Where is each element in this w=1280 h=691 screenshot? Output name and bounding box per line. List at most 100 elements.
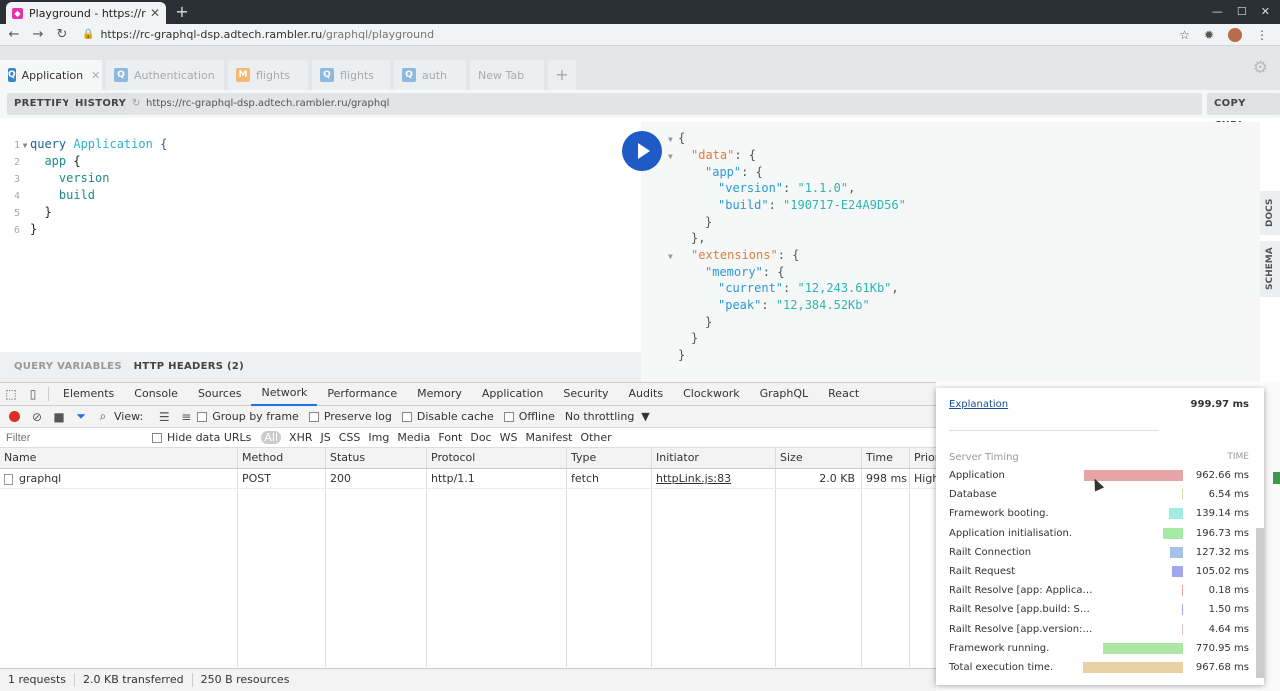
prettify-button[interactable]: PRETTIFY (7, 93, 77, 115)
query-editor[interactable]: 1 ▼ query Application { 2 app { 3 version … (0, 122, 641, 352)
devtools-tab-sources[interactable]: Sources (188, 383, 252, 405)
filter-icon[interactable]: ⏷ (70, 409, 92, 424)
devtools-tab-clockwork[interactable]: Clockwork (673, 383, 750, 405)
filter-type-font[interactable]: Font (438, 431, 462, 444)
table-row[interactable]: graphql POST 200 http/1.1 fetch httpLink… (0, 469, 936, 489)
playground-tab-new[interactable]: New Tab (470, 60, 544, 90)
explanation-link[interactable]: Explanation (949, 399, 1008, 410)
column-method[interactable]: Method (238, 448, 326, 468)
server-timing-heading: Server Timing (949, 452, 1019, 463)
clear-icon[interactable]: ⊘ (26, 410, 48, 424)
request-priority: High (914, 472, 936, 485)
filter-type-doc[interactable]: Doc (470, 431, 491, 444)
filter-type-img[interactable]: Img (368, 431, 389, 444)
group-by-frame-checkbox[interactable]: Group by frame (197, 410, 299, 423)
search-icon[interactable]: ⌕ (92, 409, 114, 424)
query-variables-tab[interactable]: QUERY VARIABLES (14, 361, 122, 372)
close-tab-icon[interactable]: ✕ (150, 6, 160, 20)
browser-tab[interactable]: ◆ Playground - https://rc-gr ✕ (6, 2, 166, 24)
column-size[interactable]: Size (776, 448, 862, 468)
timing-row: Railt Resolve [app: Applica… 0.18 ms (936, 581, 1264, 600)
query-field-app: app (44, 154, 67, 168)
devtools-tab-memory[interactable]: Memory (407, 383, 472, 405)
filter-input[interactable] (2, 429, 142, 446)
devtools-tab-performance[interactable]: Performance (317, 383, 407, 405)
reload-icon[interactable]: ↻ (52, 27, 72, 42)
fold-arrow-icon[interactable]: ▼ (20, 137, 30, 154)
devtools-tab-react[interactable]: React (818, 383, 869, 405)
history-button[interactable]: HISTORY (68, 93, 134, 115)
fold-arrow-icon[interactable]: ▼ (668, 135, 673, 144)
devtools-tab-network[interactable]: Network (251, 382, 318, 406)
add-tab-button[interactable]: + (548, 60, 576, 90)
large-rows-icon[interactable]: ☰ (153, 410, 175, 424)
hide-data-urls-checkbox[interactable]: Hide data URLs (152, 431, 251, 444)
back-icon[interactable]: ← (4, 27, 24, 42)
filter-type-all[interactable]: All (261, 431, 282, 444)
preserve-log-checkbox[interactable]: Preserve log (308, 410, 392, 423)
playground-tab-authentication[interactable]: Q Authentication (106, 60, 224, 90)
timing-bar (1103, 642, 1183, 654)
filter-type-manifest[interactable]: Manifest (525, 431, 572, 444)
devtools-tab-application[interactable]: Application (472, 383, 553, 405)
menu-icon[interactable]: ⋮ (1256, 26, 1268, 44)
request-initiator-link[interactable]: httpLink.js:83 (652, 469, 776, 488)
timing-row: Railt Connection 127.32 ms (936, 543, 1264, 562)
settings-gear-icon[interactable]: ⚙ (1253, 58, 1268, 78)
close-window-icon[interactable]: ✕ (1261, 2, 1270, 22)
fold-arrow-icon[interactable]: ▼ (668, 152, 673, 161)
filter-type-ws[interactable]: WS (500, 431, 518, 444)
column-initiator[interactable]: Initiator (652, 448, 776, 468)
throttling-select[interactable]: No throttling ▼ (565, 410, 650, 423)
fold-arrow-icon[interactable]: ▼ (668, 252, 673, 261)
devtools-tab-elements[interactable]: Elements (53, 383, 124, 405)
docs-side-tab[interactable]: DOCS (1260, 191, 1280, 235)
url-host: https://rc-graphql-dsp.adtech.rambler.ru (100, 28, 323, 41)
bookmark-star-icon[interactable]: ☆ (1179, 26, 1190, 44)
address-bar[interactable]: 🔒 https://rc-graphql-dsp.adtech.rambler.… (82, 28, 434, 41)
profile-avatar[interactable] (1228, 28, 1242, 42)
extension-gear-icon[interactable]: ✹ (1204, 26, 1214, 44)
copy-curl-button[interactable]: COPY CURL (1207, 93, 1280, 131)
minimize-icon[interactable]: — (1212, 2, 1223, 22)
filter-type-media[interactable]: Media (397, 431, 430, 444)
column-priority[interactable]: Priori (910, 448, 936, 468)
endpoint-input[interactable]: ↻ https://rc-graphql-dsp.adtech.rambler.… (126, 93, 1202, 115)
column-protocol[interactable]: Protocol (427, 448, 567, 468)
timing-bar (1172, 566, 1183, 577)
filter-type-xhr[interactable]: XHR (289, 431, 312, 444)
schema-side-tab[interactable]: SCHEMA (1260, 241, 1280, 297)
column-time[interactable]: Time (862, 448, 910, 468)
request-size: 2.0 KB (776, 469, 862, 488)
column-name[interactable]: Name (0, 448, 238, 468)
capture-screenshots-icon[interactable]: ■ (48, 410, 70, 424)
devtools-tab-security[interactable]: Security (553, 383, 618, 405)
inspect-element-icon[interactable]: ⬚ (0, 387, 22, 401)
devtools-tab-console[interactable]: Console (124, 383, 188, 405)
popover-scrollbar[interactable] (1256, 528, 1264, 678)
reload-schema-icon[interactable]: ↻ (132, 93, 140, 115)
column-status[interactable]: Status (326, 448, 427, 468)
close-icon[interactable]: ✕ (91, 69, 100, 82)
filter-type-js[interactable]: JS (321, 431, 331, 444)
filter-type-other[interactable]: Other (580, 431, 611, 444)
playground-tab-flights-mutation[interactable]: M flights (228, 60, 308, 90)
maximize-icon[interactable]: ☐ (1237, 2, 1247, 22)
http-headers-tab[interactable]: HTTP HEADERS (2) (134, 361, 244, 372)
playground-tab-application[interactable]: Q Application ✕ (0, 60, 102, 90)
offline-checkbox[interactable]: Offline (503, 410, 555, 423)
playground-tab-flights-query[interactable]: Q flights (312, 60, 390, 90)
devtools-tab-graphql[interactable]: GraphQL (750, 383, 819, 405)
new-tab-icon[interactable]: + (172, 2, 192, 22)
devtools-tab-audits[interactable]: Audits (619, 383, 674, 405)
column-type[interactable]: Type (567, 448, 652, 468)
waterfall-icon[interactable]: ≡ (175, 410, 197, 424)
record-icon[interactable] (9, 411, 20, 422)
filter-type-css[interactable]: CSS (339, 431, 361, 444)
device-toolbar-icon[interactable]: ▯ (22, 387, 44, 401)
execute-query-button[interactable] (622, 131, 662, 171)
playground-tab-auth[interactable]: Q auth (394, 60, 466, 90)
timing-label: Application initialisation. (949, 527, 1073, 539)
forward-icon[interactable]: → (28, 27, 48, 42)
disable-cache-checkbox[interactable]: Disable cache (401, 410, 494, 423)
